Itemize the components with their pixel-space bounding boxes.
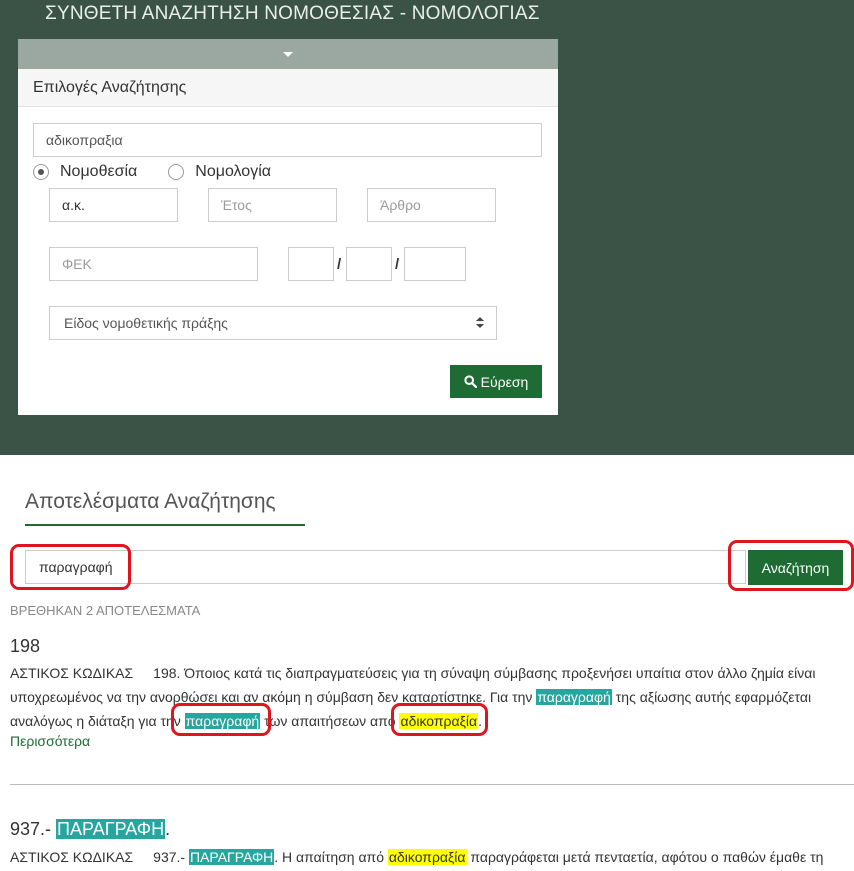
more-link[interactable]: Περισσότερα [10, 733, 90, 749]
year-input[interactable] [208, 188, 337, 222]
result-title[interactable]: 198 [10, 636, 40, 657]
results-count: ΒΡΕΘΗΚΑΝ 2 ΑΠΟΤΕΛΕΣΜΑΤΑ [10, 603, 201, 618]
results-title-underline [25, 524, 305, 526]
act-type-select[interactable]: Είδος νομοθετικής πράξης [49, 306, 497, 340]
result-source: ΑΣΤΙΚΟΣ ΚΩΔΙΚΑΣ [10, 665, 134, 681]
snippet-text: παραγράφεται μετά πενταετία, αφότου ο πα… [466, 849, 824, 865]
caret-down-icon [283, 51, 293, 57]
article-input[interactable] [367, 188, 496, 222]
fek-input[interactable] [49, 247, 258, 281]
search-options-panel: Επιλογές Αναζήτησης Νομοθεσία Νομολογία … [18, 39, 558, 415]
results-search-button[interactable]: Αναζήτηση [748, 550, 843, 585]
act-type-select-value: Είδος νομοθετικής πράξης [64, 315, 228, 331]
find-button[interactable]: Εύρεση [450, 365, 542, 398]
results-filter-input[interactable] [26, 551, 745, 583]
highlight-keyword: παραγραφή [184, 713, 261, 729]
radio-legislation[interactable] [33, 164, 49, 180]
radio-legislation-label[interactable]: Νομοθεσία [60, 163, 137, 181]
date-separator-2: / [395, 256, 400, 273]
snippet-text: . Η απαίτηση από [274, 849, 388, 865]
date-day-input[interactable] [288, 247, 334, 281]
highlight-keyword: παραγραφή [536, 689, 612, 705]
date-separator-1: / [337, 256, 342, 273]
select-arrows-icon [475, 317, 485, 329]
find-button-label: Εύρεση [480, 373, 529, 390]
result-title-text: 937.- [10, 819, 57, 839]
radio-selected-dot [38, 169, 44, 175]
code-input[interactable] [49, 188, 178, 222]
result-divider [10, 784, 854, 785]
radio-case-law-label[interactable]: Νομολογία [195, 163, 271, 181]
panel-collapse-toggle[interactable] [18, 39, 558, 69]
results-title: Αποτελέσματα Αναζήτησης [25, 490, 276, 513]
snippet-text: . [478, 713, 482, 729]
snippet-text: των απαιτήσεων από [260, 713, 400, 729]
highlight-keyword: αδικοπραξία [387, 849, 467, 865]
search-icon [464, 375, 477, 388]
highlight-keyword: ΠΑΡΑΓΡΑΦΗ [56, 819, 166, 839]
radio-case-law[interactable] [168, 164, 185, 180]
date-month-input[interactable] [346, 247, 392, 281]
page-title: ΣΥΝΘΕΤΗ ΑΝΑΖΗΤΗΣΗ ΝΟΜΟΘΕΣΙΑΣ - ΝΟΜΟΛΟΓΙΑ… [45, 3, 540, 24]
result-title-text: . [165, 819, 171, 839]
panel-heading: Επιλογές Αναζήτησης [18, 69, 558, 107]
date-year-input[interactable] [404, 247, 466, 281]
highlight-keyword: αδικοπραξία [399, 713, 479, 729]
result-title[interactable]: 937.- ΠΑΡΑΓΡΑΦΗ. [10, 819, 170, 840]
source-radio-group: Νομοθεσία Νομολογία [33, 162, 271, 182]
highlight-keyword: ΠΑΡΑΓΡΑΦΗ [188, 849, 275, 865]
results-filter-field[interactable] [25, 550, 746, 584]
result-snippet: ΑΣΤΙΚΟΣ ΚΩΔΙΚΑΣ 937.- ΠΑΡΑΓΡΑΦΗ. Η απαίτη… [10, 845, 845, 869]
result-source: ΑΣΤΙΚΟΣ ΚΩΔΙΚΑΣ [10, 849, 134, 865]
snippet-text: 937.- [153, 849, 189, 865]
result-snippet: ΑΣΤΙΚΟΣ ΚΩΔΙΚΑΣ 198. Όποιος κατά τις διαπ… [10, 661, 845, 733]
results-search-button-label: Αναζήτηση [761, 559, 830, 576]
keyword-input[interactable] [33, 123, 542, 157]
